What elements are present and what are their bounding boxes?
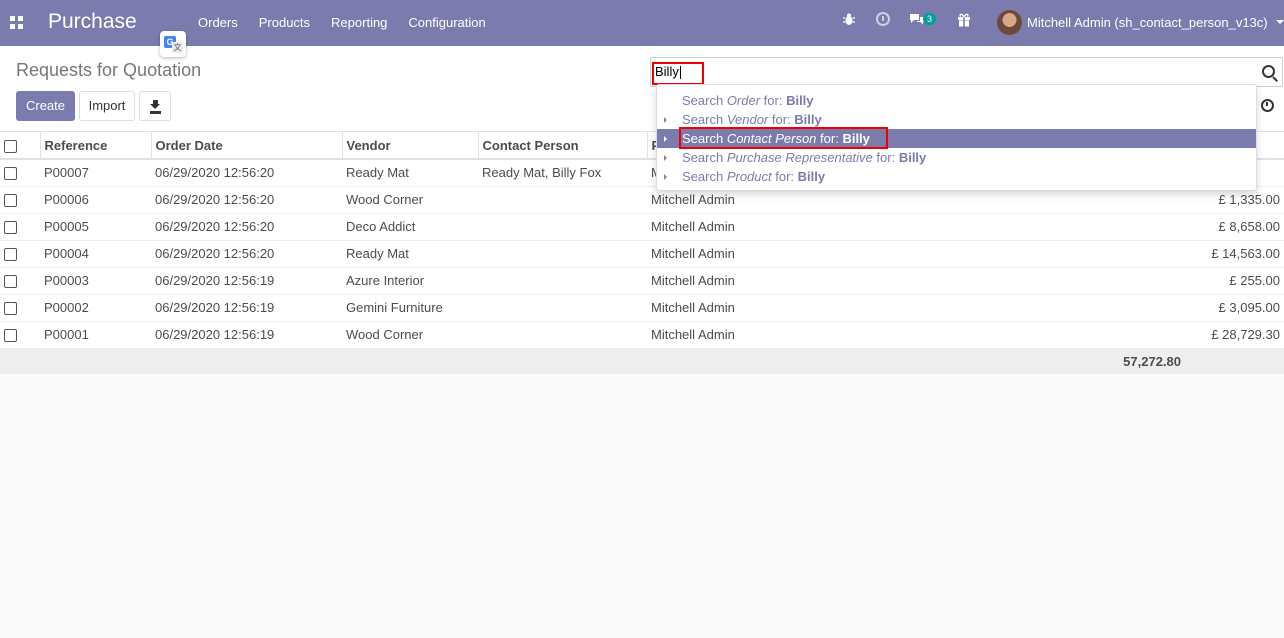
translate-extension-icon[interactable]: G文 <box>160 31 186 57</box>
row-checkbox[interactable] <box>4 275 17 289</box>
chat-count-badge: 3 <box>923 13 937 25</box>
menu-reporting[interactable]: Reporting <box>331 15 387 30</box>
cell-reference: P00001 <box>40 321 151 349</box>
table-row[interactable]: P00003 06/29/2020 12:56:19 Azure Interior M… <box>0 267 1284 295</box>
cell-vendor: Gemini Furniture <box>342 294 478 322</box>
cell-vendor: Ready Mat <box>342 240 478 268</box>
menu-configuration[interactable]: Configuration <box>408 15 485 30</box>
table-row[interactable]: P00004 06/29/2020 12:56:20 Ready Mat Mitche… <box>0 240 1284 268</box>
cell-rep: Mitchell Admin <box>647 294 1185 322</box>
menu-products[interactable]: Products <box>259 15 310 30</box>
activity-clock-icon[interactable] <box>876 12 890 26</box>
select-all-checkbox[interactable] <box>4 139 17 153</box>
expand-caret-icon[interactable] <box>664 136 667 142</box>
app-name[interactable]: Purchase <box>48 10 137 34</box>
page-title: Requests for Quotation <box>16 60 202 80</box>
table-row[interactable]: P00001 06/29/2020 12:56:19 Wood Corner Mitc… <box>0 321 1284 349</box>
cell-order-date: 06/29/2020 12:56:20 <box>151 186 342 214</box>
download-icon <box>150 100 161 111</box>
search-icon[interactable] <box>1262 65 1275 78</box>
autocomplete-item[interactable]: Search Product for: Billy <box>657 167 1256 186</box>
col-contact-person[interactable]: Contact Person <box>478 132 648 160</box>
cell-total: £ 8,658.00 <box>1185 213 1284 241</box>
apps-menu-icon[interactable] <box>10 16 23 29</box>
cell-order-date: 06/29/2020 12:56:20 <box>151 213 342 241</box>
main-menu: Orders Products Reporting Configuration <box>198 15 507 30</box>
autocomplete-item[interactable]: Search Order for: Billy <box>657 91 1256 110</box>
cell-contact <box>478 213 647 241</box>
cell-order-date: 06/29/2020 12:56:20 <box>151 159 342 187</box>
cell-rep: Mitchell Admin <box>647 321 1185 349</box>
cell-order-date: 06/29/2020 12:56:19 <box>151 267 342 295</box>
cell-vendor: Wood Corner <box>342 186 478 214</box>
cell-reference: P00005 <box>40 213 151 241</box>
row-checkbox[interactable] <box>4 221 17 235</box>
cell-vendor: Ready Mat <box>342 159 478 187</box>
col-reference[interactable]: Reference <box>40 132 152 160</box>
cell-order-date: 06/29/2020 12:56:20 <box>151 240 342 268</box>
cell-reference: P00003 <box>40 267 151 295</box>
search-bar[interactable]: Billy <box>650 57 1283 87</box>
cell-contact <box>478 240 647 268</box>
cell-reference: P00002 <box>40 294 151 322</box>
table-footer-row: 57,272.80 <box>0 348 1284 374</box>
search-term-highlight <box>652 62 704 85</box>
cell-contact <box>478 321 647 349</box>
row-checkbox[interactable] <box>4 248 17 262</box>
user-menu-caret-icon[interactable] <box>1276 20 1284 24</box>
cell-reference: P00004 <box>40 240 151 268</box>
filter-history-icon[interactable] <box>1261 99 1274 112</box>
user-name[interactable]: Mitchell Admin (sh_contact_person_v13c) <box>1027 15 1268 30</box>
col-vendor[interactable]: Vendor <box>342 132 479 160</box>
cell-contact <box>478 267 647 295</box>
user-avatar[interactable] <box>997 10 1022 35</box>
contact-person-highlight <box>679 127 888 149</box>
row-checkbox[interactable] <box>4 167 17 181</box>
cell-rep: Mitchell Admin <box>647 213 1185 241</box>
cell-rep: Mitchell Admin <box>647 267 1185 295</box>
cell-total: £ 3,095.00 <box>1185 294 1284 322</box>
cell-contact <box>478 294 647 322</box>
cell-total: £ 14,563.00 <box>1185 240 1284 268</box>
row-checkbox[interactable] <box>4 302 17 316</box>
cell-total: £ 255.00 <box>1185 267 1284 295</box>
top-navbar: Purchase Orders Products Reporting Confi… <box>0 0 1284 46</box>
cell-reference: P00006 <box>40 186 151 214</box>
expand-caret-icon[interactable] <box>664 117 667 123</box>
table-row[interactable]: P00002 06/29/2020 12:56:19 Gemini Furnitur… <box>0 294 1284 322</box>
import-button[interactable]: Import <box>79 91 135 121</box>
create-button[interactable]: Create <box>16 91 75 121</box>
row-checkbox[interactable] <box>4 194 17 208</box>
cell-rep: Mitchell Admin <box>647 240 1185 268</box>
download-button[interactable] <box>139 91 171 121</box>
table-row[interactable]: P00005 06/29/2020 12:56:20 Deco Addict Mitc… <box>0 213 1284 241</box>
cell-order-date: 06/29/2020 12:56:19 <box>151 294 342 322</box>
menu-orders[interactable]: Orders <box>198 15 238 30</box>
autocomplete-item[interactable]: Search Purchase Representative for: Bill… <box>657 148 1256 167</box>
grand-total: 57,272.80 <box>647 348 1185 374</box>
cell-total: £ 28,729.30 <box>1185 321 1284 349</box>
cell-reference: P00007 <box>40 159 151 187</box>
expand-caret-icon[interactable] <box>664 174 667 180</box>
col-order-date[interactable]: Order Date <box>151 132 343 160</box>
cell-vendor: Deco Addict <box>342 213 478 241</box>
expand-caret-icon[interactable] <box>664 155 667 161</box>
cell-contact: Ready Mat, Billy Fox <box>478 159 647 187</box>
debug-bug-icon[interactable] <box>843 13 855 29</box>
select-all-cell <box>0 132 41 160</box>
cell-vendor: Azure Interior <box>342 267 478 295</box>
row-checkbox[interactable] <box>4 329 17 343</box>
cell-order-date: 06/29/2020 12:56:19 <box>151 321 342 349</box>
cell-vendor: Wood Corner <box>342 321 478 349</box>
cell-contact <box>478 186 647 214</box>
gift-icon[interactable] <box>957 13 971 30</box>
